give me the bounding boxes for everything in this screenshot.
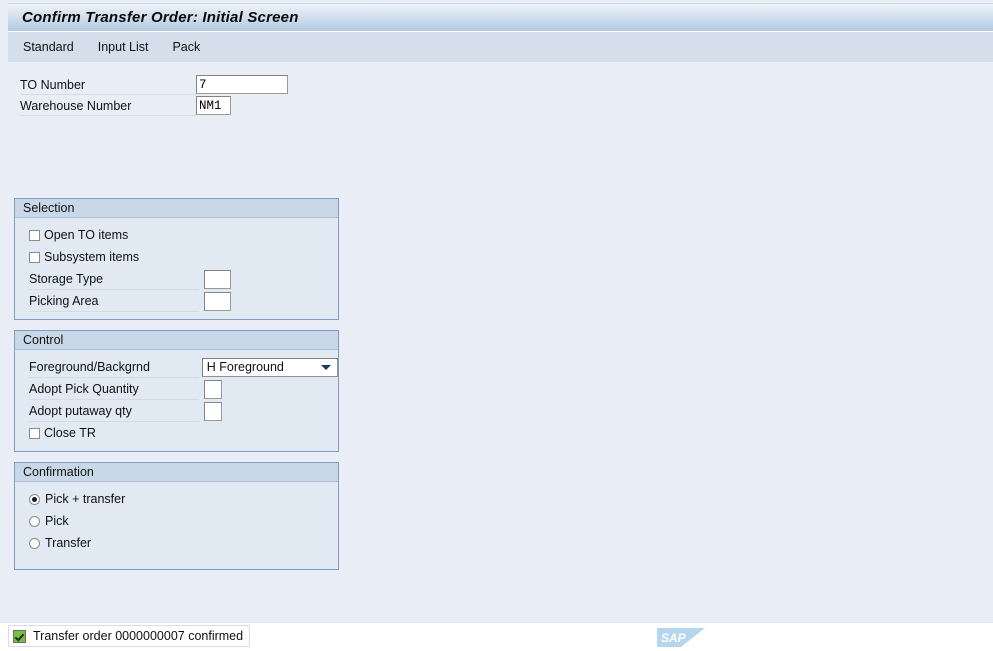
foreground-background-label: Foreground/Backgrnd	[29, 360, 150, 374]
foreground-background-row: Foreground/Backgrnd H Foreground	[15, 356, 338, 378]
menu-item-standard[interactable]: Standard	[22, 38, 75, 56]
confirmation-option-row: Pick + transfer	[15, 488, 338, 510]
confirmation-option-row: Transfer	[15, 532, 338, 554]
selection-group-title: Selection	[15, 199, 338, 218]
radio-pick-plus-transfer-label: Pick + transfer	[45, 492, 126, 506]
confirmation-group: Confirmation Pick + transfer Pick Transf…	[14, 462, 339, 570]
close-tr-label: Close TR	[44, 426, 96, 440]
warehouse-number-input[interactable]	[196, 96, 231, 115]
adopt-pick-quantity-label: Adopt Pick Quantity	[29, 382, 139, 396]
row-separator	[20, 115, 196, 116]
radio-transfer[interactable]: Transfer	[29, 536, 91, 550]
radio-pick-plus-transfer[interactable]: Pick + transfer	[29, 492, 125, 506]
row-separator	[29, 311, 199, 312]
control-group: Control Foreground/Backgrnd H Foreground…	[14, 330, 339, 452]
picking-area-label: Picking Area	[29, 294, 99, 308]
confirmation-option-row: Pick	[15, 510, 338, 532]
confirmation-group-body: Pick + transfer Pick Transfer	[15, 482, 338, 560]
selection-group: Selection Open TO items Subsystem items	[14, 198, 339, 320]
radio-selected-icon	[29, 493, 40, 505]
menu-item-input-list[interactable]: Input List	[97, 38, 150, 56]
adopt-putaway-qty-label: Adopt putaway qty	[29, 404, 132, 418]
to-number-row: TO Number	[14, 74, 344, 95]
sap-application-window: Confirm Transfer Order: Initial Screen S…	[0, 0, 993, 651]
header-fields: TO Number Warehouse Number	[14, 74, 344, 116]
checkbox-icon	[29, 427, 40, 439]
subsystem-items-label: Subsystem items	[44, 250, 140, 264]
confirmation-group-title: Confirmation	[15, 463, 338, 482]
control-group-title: Control	[15, 331, 338, 350]
open-to-items-label: Open TO items	[44, 228, 129, 242]
radio-icon	[29, 537, 40, 549]
radio-icon	[29, 515, 40, 527]
close-tr-row: Close TR	[15, 422, 338, 444]
adopt-putaway-qty-row: Adopt putaway qty	[15, 400, 338, 422]
subsystem-items-row: Subsystem items	[15, 246, 338, 268]
window-left-strip	[0, 0, 8, 622]
warehouse-number-label: Warehouse Number	[20, 98, 132, 113]
radio-pick[interactable]: Pick	[29, 514, 69, 528]
close-tr-checkbox[interactable]: Close TR	[29, 426, 96, 440]
picking-area-row: Picking Area	[15, 290, 338, 312]
radio-transfer-label: Transfer	[45, 536, 92, 550]
chevron-down-icon	[321, 365, 331, 370]
checkbox-icon	[29, 251, 40, 263]
title-bar: Confirm Transfer Order: Initial Screen	[8, 3, 993, 31]
status-bar: Transfer order 0000000007 confirmed SAP	[0, 622, 993, 651]
status-message-text: Transfer order 0000000007 confirmed	[33, 629, 244, 643]
open-to-items-row: Open TO items	[15, 224, 338, 246]
storage-type-row: Storage Type	[15, 268, 338, 290]
svg-text:SAP: SAP	[661, 631, 687, 645]
adopt-pick-quantity-input[interactable]	[204, 379, 222, 399]
foreground-background-dropdown[interactable]: H Foreground	[201, 357, 338, 377]
status-message[interactable]: Transfer order 0000000007 confirmed	[8, 625, 251, 647]
success-check-icon	[13, 629, 26, 643]
control-group-body: Foreground/Backgrnd H Foreground Adopt P…	[15, 350, 338, 450]
radio-pick-label: Pick	[45, 514, 69, 528]
picking-area-input[interactable]	[204, 291, 231, 311]
subsystem-items-checkbox[interactable]: Subsystem items	[29, 250, 139, 264]
to-number-input[interactable]	[196, 75, 288, 94]
storage-type-input[interactable]	[204, 269, 231, 289]
main-content: TO Number Warehouse Number Selection Ope…	[8, 62, 993, 622]
menu-bar: Standard Input List Pack	[8, 31, 993, 62]
checkbox-icon	[29, 229, 40, 241]
to-number-label: TO Number	[20, 77, 86, 92]
open-to-items-checkbox[interactable]: Open TO items	[29, 228, 128, 242]
adopt-putaway-qty-input[interactable]	[204, 401, 222, 421]
adopt-pick-quantity-row: Adopt Pick Quantity	[15, 378, 338, 400]
warehouse-number-row: Warehouse Number	[14, 95, 344, 116]
foreground-background-value: H Foreground	[206, 360, 284, 374]
storage-type-label: Storage Type	[29, 272, 104, 286]
selection-group-body: Open TO items Subsystem items Storage Ty…	[15, 218, 338, 318]
menu-item-pack[interactable]: Pack	[171, 38, 201, 56]
page-title: Confirm Transfer Order: Initial Screen	[22, 9, 299, 26]
sap-logo: SAP	[657, 628, 705, 647]
